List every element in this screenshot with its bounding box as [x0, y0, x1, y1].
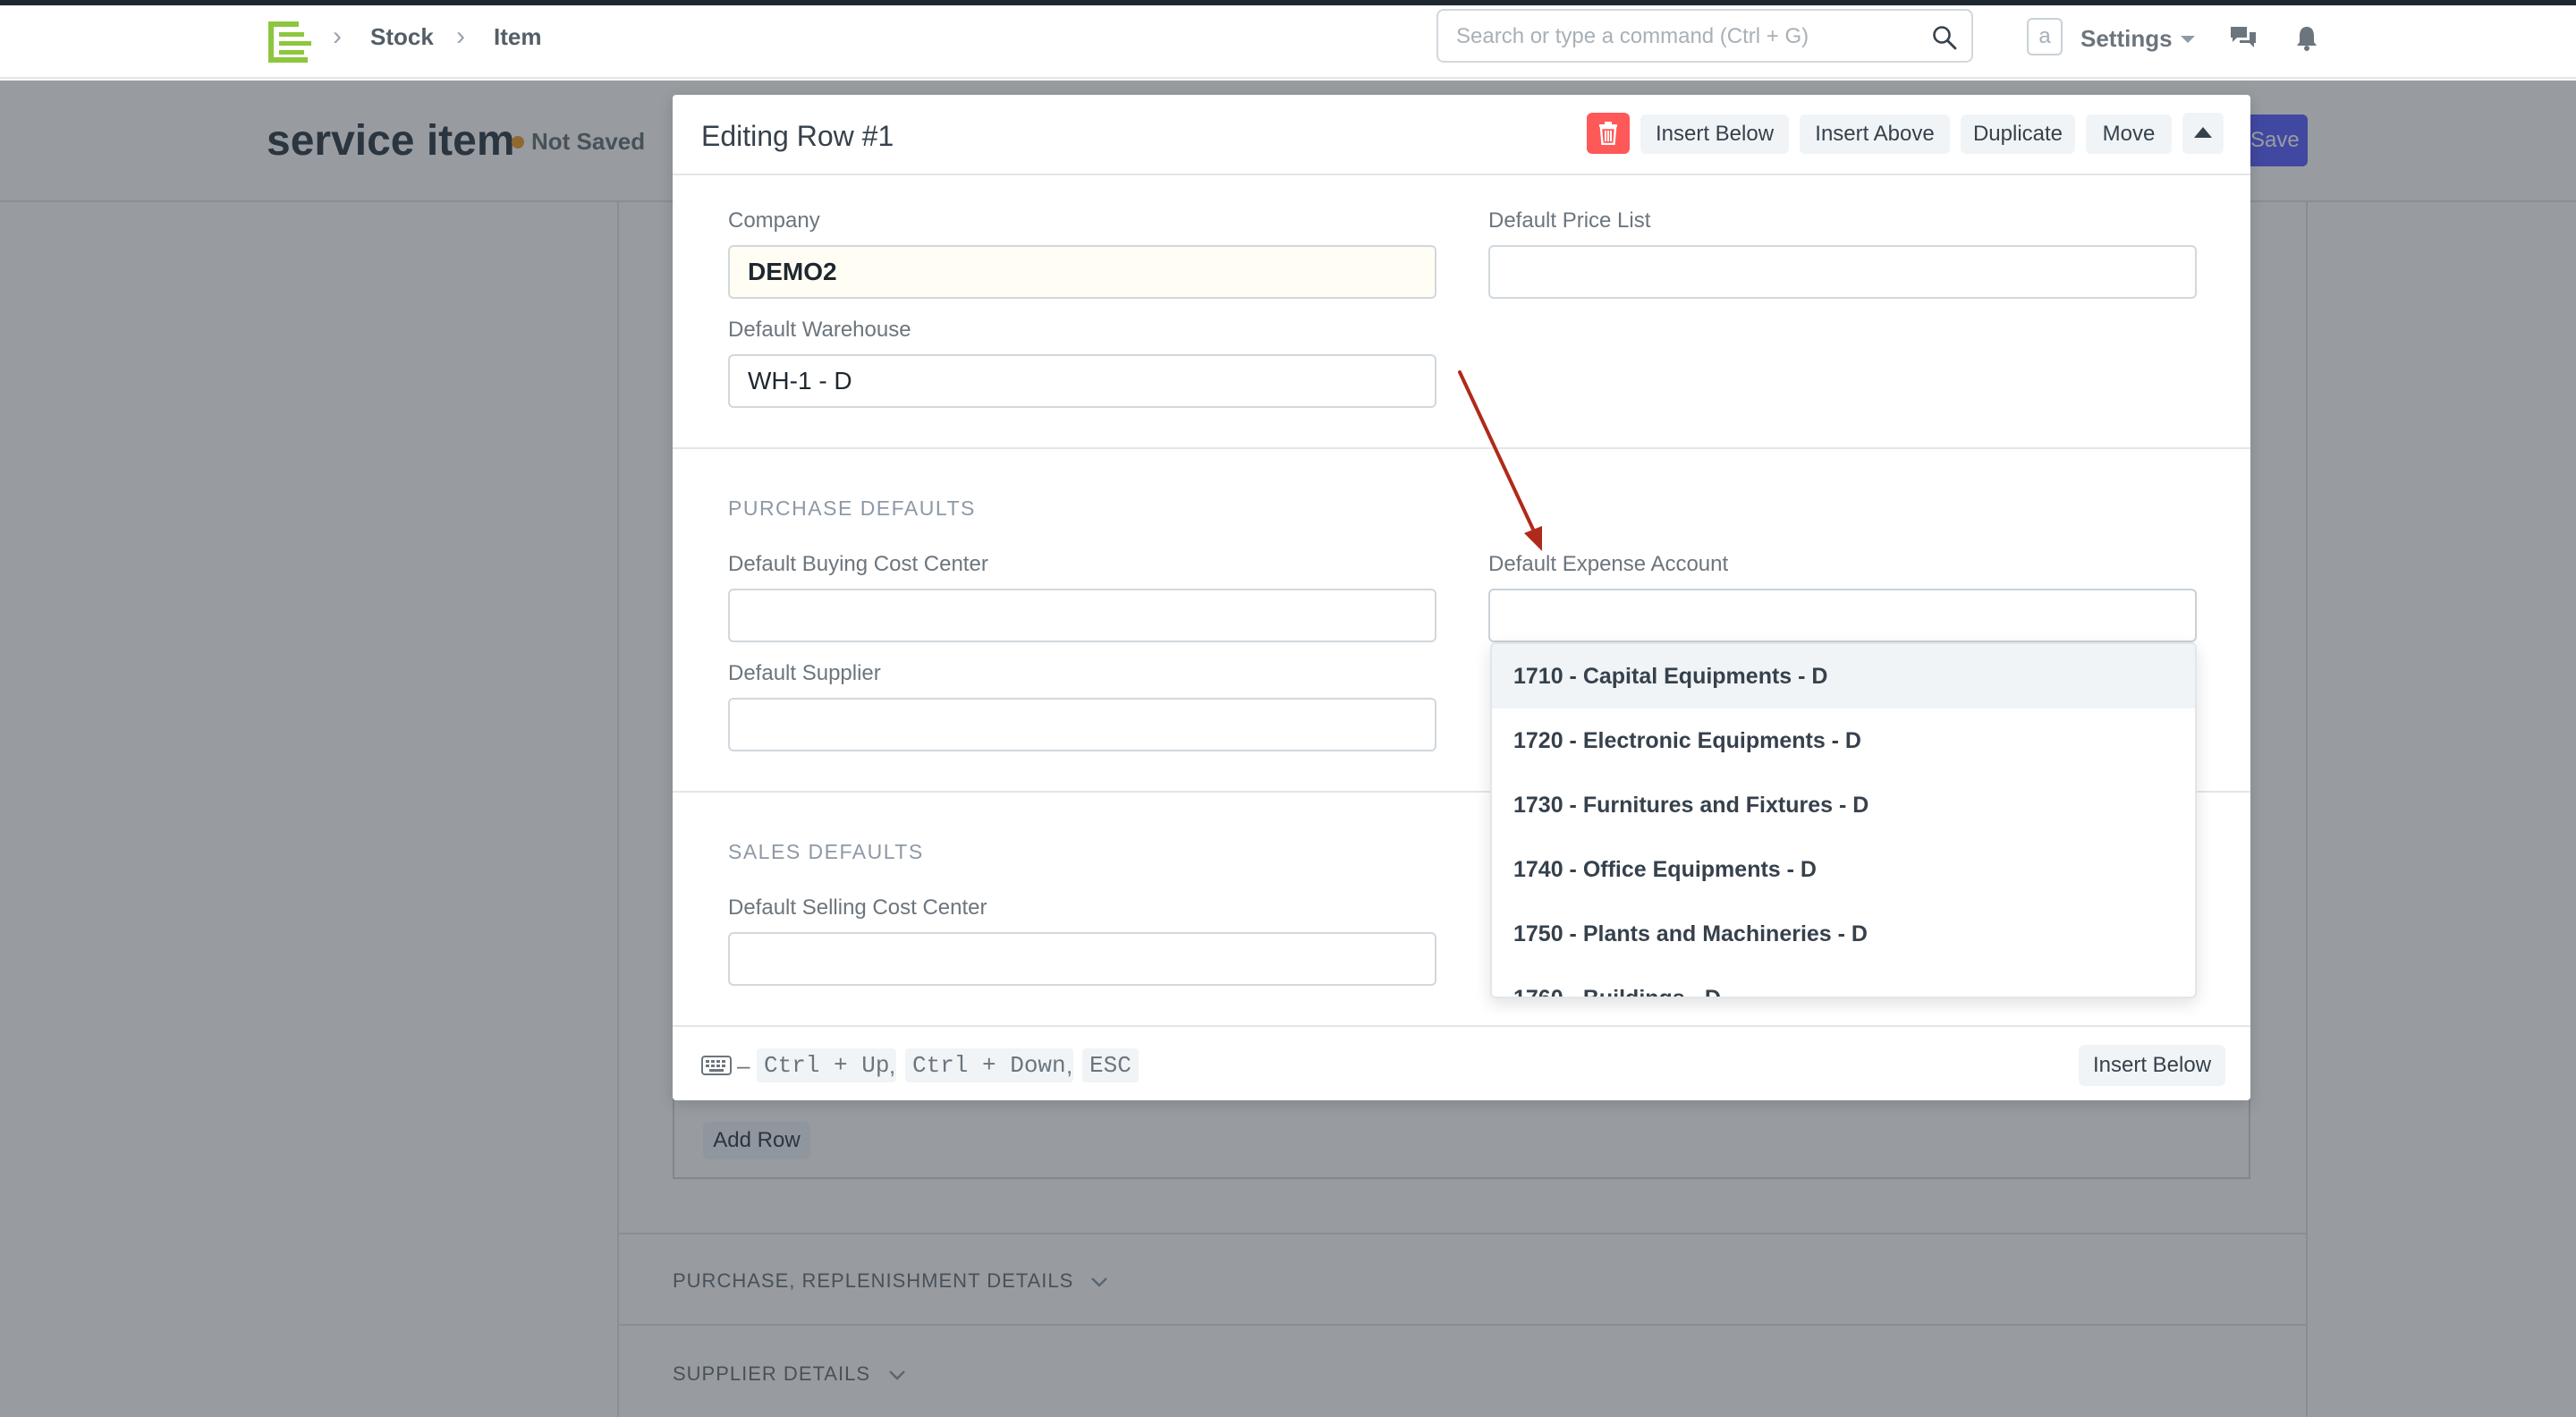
dropdown-option[interactable]: 1740 - Office Equipments - D — [1492, 837, 2195, 902]
default-buying-cost-center-field[interactable] — [728, 589, 1436, 642]
shortcut-comma: , — [889, 1052, 896, 1079]
breadcrumb-chevron-icon: › — [333, 21, 342, 51]
dropdown-option[interactable]: 1720 - Electronic Equipments - D — [1492, 708, 2195, 773]
default-supplier-label: Default Supplier — [728, 661, 881, 685]
default-buying-cost-center-label: Default Buying Cost Center — [728, 552, 988, 576]
default-selling-cost-center-field[interactable] — [728, 932, 1436, 986]
breadcrumb-chevron-icon: › — [456, 21, 465, 51]
dialog-header: Editing Row #1 Insert Below Insert Above… — [673, 95, 2250, 175]
collapse-row-button[interactable] — [2182, 113, 2224, 154]
avatar[interactable]: a — [2027, 18, 2063, 55]
settings-menu[interactable]: Settings — [2080, 25, 2173, 52]
expense-account-dropdown: 1710 - Capital Equipments - D 1720 - Ele… — [1490, 642, 2197, 998]
company-field[interactable] — [728, 245, 1436, 299]
chat-icon[interactable] — [2229, 25, 2258, 52]
search-input[interactable] — [1456, 21, 1921, 52]
purchase-defaults-heading: PURCHASE DEFAULTS — [728, 496, 976, 520]
search-icon[interactable] — [1932, 25, 1957, 50]
dropdown-option[interactable]: 1760 - Buildings - D — [1492, 966, 2195, 997]
dialog-title: Editing Row #1 — [701, 120, 894, 152]
breadcrumb-item[interactable]: Item — [494, 21, 541, 52]
company-label: Company — [728, 208, 820, 233]
default-expense-account-field[interactable] — [1488, 589, 2197, 642]
annotation-arrow-icon — [1458, 370, 1542, 551]
awesomebar — [1436, 9, 1973, 63]
trash-icon — [1599, 122, 1617, 145]
keyboard-icon — [701, 1056, 732, 1075]
dialog-footer: – Ctrl + Up , Ctrl + Down , ESC Insert B… — [673, 1025, 2250, 1100]
dropdown-option[interactable]: 1710 - Capital Equipments - D — [1492, 644, 2195, 708]
insert-above-button[interactable]: Insert Above — [1800, 115, 1950, 154]
breadcrumb-stock[interactable]: Stock — [370, 21, 434, 52]
move-button[interactable]: Move — [2086, 115, 2172, 154]
shortcut-ctrl-up: Ctrl + Up — [757, 1048, 897, 1082]
duplicate-button[interactable]: Duplicate — [1961, 115, 2075, 154]
shortcut-ctrl-down: Ctrl + Down — [905, 1048, 1073, 1082]
shortcut-esc: ESC — [1082, 1048, 1139, 1082]
shortcut-dash: – — [737, 1052, 750, 1079]
default-price-list-label: Default Price List — [1488, 208, 1651, 233]
delete-row-button[interactable] — [1587, 113, 1630, 154]
bell-icon[interactable] — [2295, 25, 2318, 52]
default-supplier-field[interactable] — [728, 698, 1436, 751]
dropdown-option[interactable]: 1730 - Furnitures and Fixtures - D — [1492, 773, 2195, 837]
caret-down-icon[interactable] — [2181, 36, 2195, 43]
insert-below-button[interactable]: Insert Below — [1640, 115, 1789, 154]
sales-defaults-heading: SALES DEFAULTS — [728, 840, 924, 863]
shortcut-comma: , — [1066, 1052, 1073, 1079]
footer-insert-below-button[interactable]: Insert Below — [2079, 1045, 2225, 1086]
default-expense-account-label: Default Expense Account — [1488, 552, 1729, 576]
default-warehouse-label: Default Warehouse — [728, 318, 911, 342]
default-price-list-field[interactable] — [1488, 245, 2197, 299]
app-logo-icon[interactable] — [267, 20, 315, 64]
default-selling-cost-center-label: Default Selling Cost Center — [728, 895, 987, 920]
default-warehouse-field[interactable] — [728, 354, 1436, 408]
chevron-up-icon — [2194, 127, 2212, 138]
dropdown-option[interactable]: 1750 - Plants and Machineries - D — [1492, 902, 2195, 966]
